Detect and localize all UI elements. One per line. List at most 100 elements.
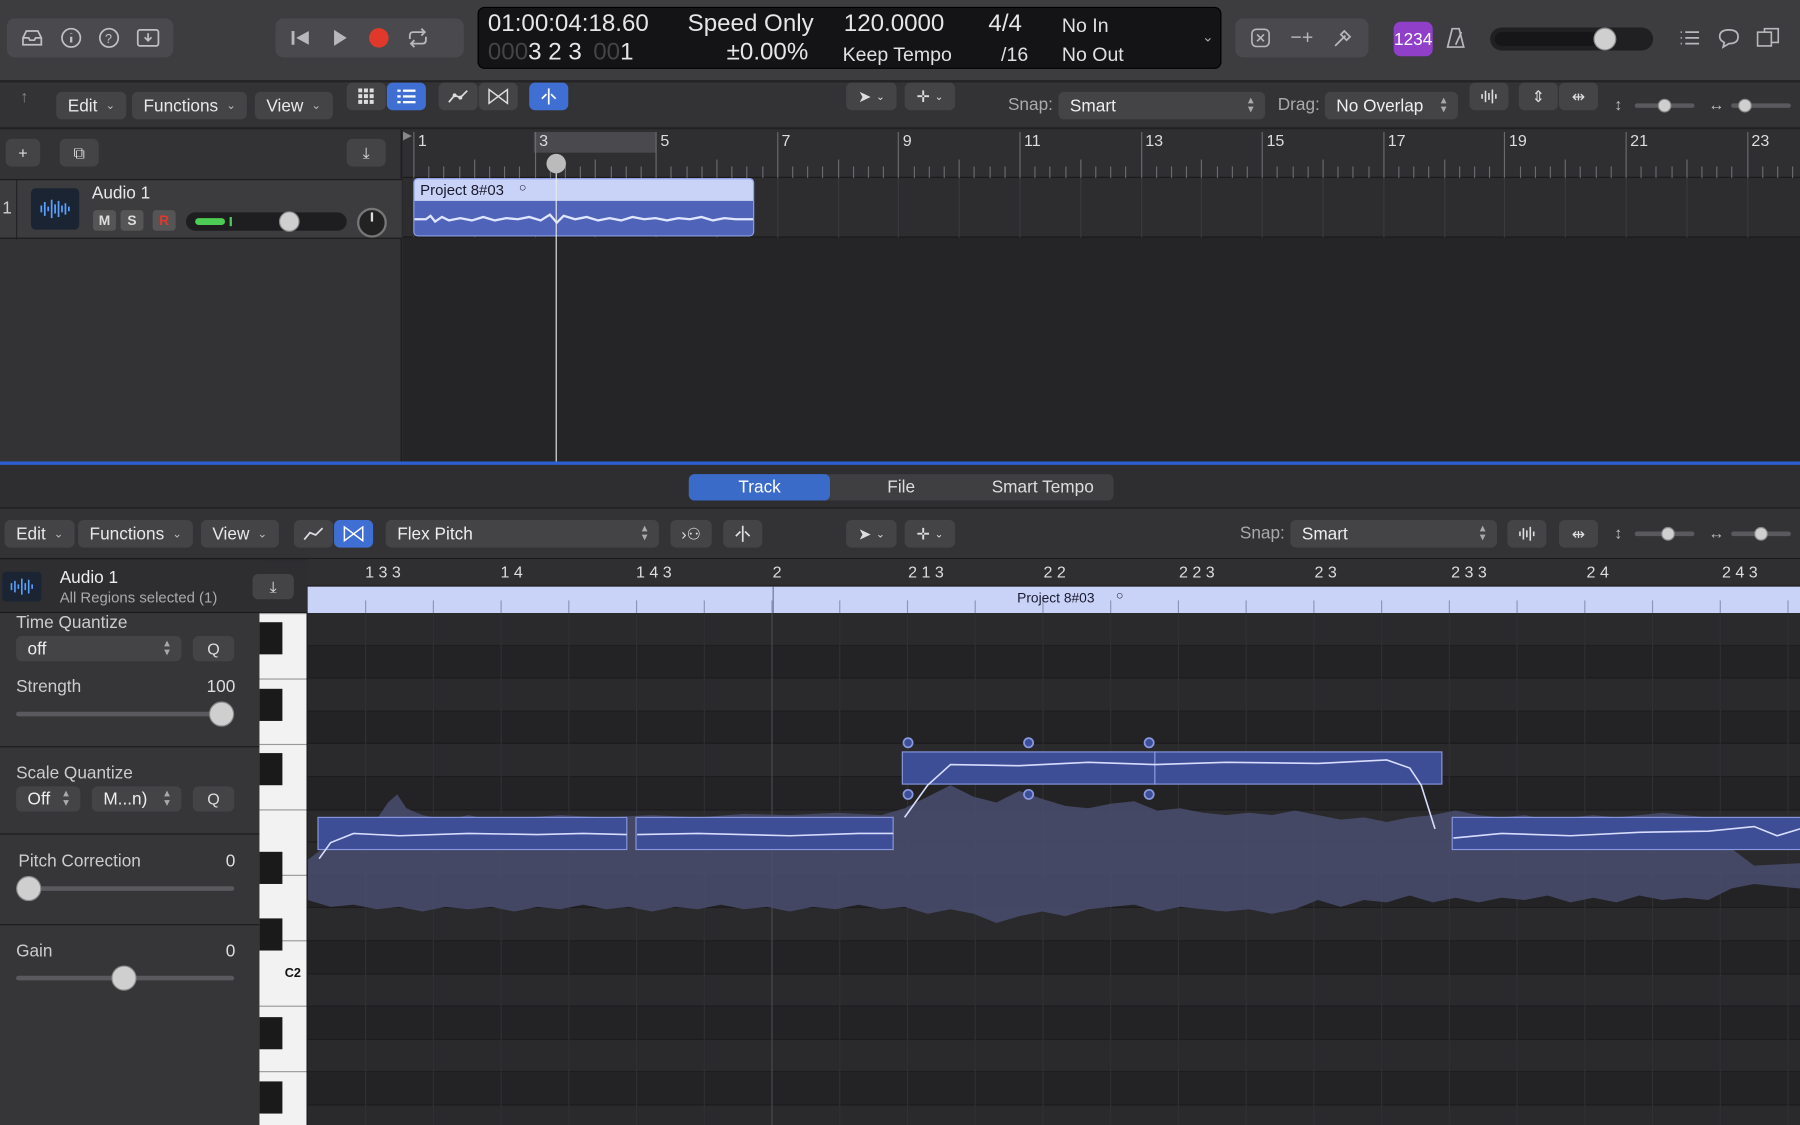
black-key[interactable] bbox=[259, 622, 283, 655]
tracks-ruler[interactable]: 1 3 5 7 9 11 13 15 17 19 21 23 ▶ bbox=[402, 129, 1800, 178]
scale-mode-select[interactable]: M...n) ▴ ▾ bbox=[91, 786, 182, 812]
chevron-down-icon[interactable]: ⌄ bbox=[1202, 29, 1214, 45]
master-volume-slider[interactable] bbox=[1490, 27, 1654, 51]
scale-key-select[interactable]: Off ▴ ▾ bbox=[16, 786, 81, 812]
playhead-handle[interactable] bbox=[546, 153, 566, 174]
automation-icon[interactable] bbox=[438, 82, 478, 111]
pitch-correction-slider[interactable] bbox=[16, 875, 235, 902]
flex-follow-icon[interactable]: ›⚇ bbox=[670, 520, 712, 548]
gain-slider[interactable] bbox=[16, 965, 235, 991]
editor-ruler[interactable]: 1 3 3 1 4 1 4 3 2 2 1 3 2 2 2 2 3 2 3 2 3 3 2 4 2 … bbox=[307, 559, 1800, 587]
black-key[interactable] bbox=[259, 688, 283, 721]
transport-group bbox=[275, 18, 464, 58]
info-icon[interactable] bbox=[53, 22, 89, 54]
time-quantize-select[interactable]: off ▴ ▾ bbox=[16, 635, 182, 662]
grid-view-icon[interactable] bbox=[346, 82, 386, 111]
editor-snap-select[interactable]: Smart ▴ ▾ bbox=[1290, 520, 1497, 548]
pan-knob[interactable] bbox=[357, 207, 387, 238]
horizontal-fit-icon[interactable]: ⇹ bbox=[1558, 82, 1599, 111]
record-icon[interactable] bbox=[360, 22, 397, 54]
waveform-zoom-icon[interactable] bbox=[1469, 82, 1509, 111]
mute-button[interactable]: M bbox=[92, 210, 116, 231]
black-key[interactable] bbox=[259, 918, 283, 951]
catch-icon[interactable]: ⤓ bbox=[346, 138, 386, 167]
editor-pointer-tool[interactable]: ➤ ⌄ bbox=[846, 520, 897, 548]
duplicate-track-icon[interactable]: ⧉ bbox=[59, 138, 99, 167]
lcd-display[interactable]: 01:00:04:18.60 0003 2 3 001 Speed Only ±0… bbox=[477, 6, 1222, 69]
count-in-button[interactable]: 1234 bbox=[1393, 21, 1433, 57]
black-key[interactable] bbox=[259, 1081, 283, 1114]
tab-smart-tempo[interactable]: Smart Tempo bbox=[972, 474, 1114, 500]
editor-flex-icon[interactable] bbox=[334, 520, 374, 548]
list-editors-icon[interactable] bbox=[1671, 22, 1708, 54]
flex-icon[interactable] bbox=[478, 82, 518, 111]
vertical-zoom-slider[interactable] bbox=[1634, 98, 1695, 113]
gain-knob[interactable] bbox=[111, 965, 137, 991]
snap-select[interactable]: Smart ▴ ▾ bbox=[1058, 91, 1266, 120]
playhead[interactable] bbox=[555, 156, 557, 462]
inspector-catch-icon[interactable]: ⤓ bbox=[252, 574, 294, 600]
track-header-audio-1[interactable]: 1 Audio 1 M S R bbox=[0, 179, 402, 240]
editor-horizontal-zoom-slider[interactable] bbox=[1731, 526, 1791, 541]
audio-region[interactable]: Project 8#03 ○ bbox=[413, 177, 755, 237]
black-key[interactable] bbox=[259, 753, 283, 786]
view-menu[interactable]: View ⌄ bbox=[254, 91, 333, 120]
black-key[interactable] bbox=[259, 851, 283, 884]
tab-file[interactable]: File bbox=[830, 474, 972, 500]
autopunch-icon[interactable] bbox=[1325, 22, 1362, 54]
pointer-tool[interactable]: ➤ ⌄ bbox=[846, 82, 897, 111]
editor-catch-icon[interactable] bbox=[723, 520, 763, 548]
editor-edit-menu[interactable]: Edit ⌄ bbox=[4, 520, 75, 548]
cycle-area[interactable] bbox=[533, 132, 656, 153]
editor-vertical-zoom-slider[interactable] bbox=[1634, 526, 1695, 541]
catch-playhead-icon[interactable] bbox=[529, 82, 569, 111]
play-icon[interactable] bbox=[321, 22, 358, 54]
help-icon[interactable]: ? bbox=[91, 22, 127, 54]
horizontal-zoom-slider[interactable] bbox=[1731, 98, 1791, 113]
vertical-fit-icon[interactable]: ⇕ bbox=[1518, 82, 1558, 111]
record-enable-button[interactable]: R bbox=[152, 210, 176, 231]
scale-quantize-q-button[interactable]: Q bbox=[192, 786, 235, 812]
track-volume-slider[interactable] bbox=[185, 211, 347, 232]
tuner-icon[interactable] bbox=[1242, 22, 1279, 54]
secondary-tool[interactable]: ✛ ⌄ bbox=[904, 82, 956, 111]
piano-keyboard[interactable]: C2 bbox=[259, 613, 308, 1125]
up-arrow-icon[interactable]: ↑ bbox=[7, 83, 41, 111]
add-track-button[interactable]: + bbox=[5, 138, 41, 167]
track-headers: + ⧉ ⤓ 1 Audio 1 M S R bbox=[0, 129, 402, 463]
functions-menu[interactable]: Functions ⌄ bbox=[132, 91, 248, 120]
loops-icon[interactable] bbox=[1750, 22, 1787, 54]
pitch-correction-knob[interactable] bbox=[16, 875, 42, 902]
editor-horizontal-fit-icon[interactable]: ⇹ bbox=[1558, 520, 1599, 548]
tracks-area[interactable]: Project 8#03 ○ bbox=[402, 177, 1800, 462]
editor-secondary-tool[interactable]: ✛ ⌄ bbox=[904, 520, 956, 548]
inbox-icon[interactable] bbox=[14, 22, 50, 54]
ruler-subdivision bbox=[1564, 159, 1567, 178]
flex-pitch-editor[interactable] bbox=[307, 613, 1800, 1125]
grid-line bbox=[1746, 177, 1748, 238]
volume-knob[interactable] bbox=[278, 211, 300, 232]
flex-mode-select[interactable]: Flex Pitch ▴ ▾ bbox=[385, 520, 659, 548]
drag-select[interactable]: No Overlap ▴ ▾ bbox=[1324, 91, 1458, 120]
editor-region-bar[interactable]: Project 8#03 ○ bbox=[307, 586, 1800, 614]
editor-waveform-zoom-icon[interactable] bbox=[1507, 520, 1547, 548]
time-quantize-q-button[interactable]: Q bbox=[192, 635, 235, 662]
edit-menu[interactable]: Edit ⌄ bbox=[56, 91, 127, 120]
replace-icon[interactable]: −+ bbox=[1281, 22, 1322, 54]
editor-view-menu[interactable]: View ⌄ bbox=[200, 520, 279, 548]
black-key[interactable] bbox=[259, 1017, 283, 1050]
rewind-icon[interactable] bbox=[282, 22, 319, 54]
master-volume-knob[interactable] bbox=[1593, 27, 1617, 51]
cycle-icon[interactable] bbox=[400, 22, 437, 54]
solo-button[interactable]: S bbox=[120, 210, 144, 231]
track-name[interactable]: Audio 1 bbox=[92, 184, 150, 204]
region-tick bbox=[839, 600, 841, 614]
notes-icon[interactable] bbox=[1711, 22, 1748, 54]
strength-slider[interactable] bbox=[16, 701, 235, 727]
editor-automation-icon[interactable] bbox=[293, 520, 333, 548]
editor-functions-menu[interactable]: Functions ⌄ bbox=[78, 520, 194, 548]
download-icon[interactable] bbox=[130, 22, 166, 54]
metronome-icon[interactable] bbox=[1437, 22, 1474, 54]
tracks-view-icon[interactable] bbox=[386, 82, 426, 111]
tab-track[interactable]: Track bbox=[688, 474, 831, 501]
